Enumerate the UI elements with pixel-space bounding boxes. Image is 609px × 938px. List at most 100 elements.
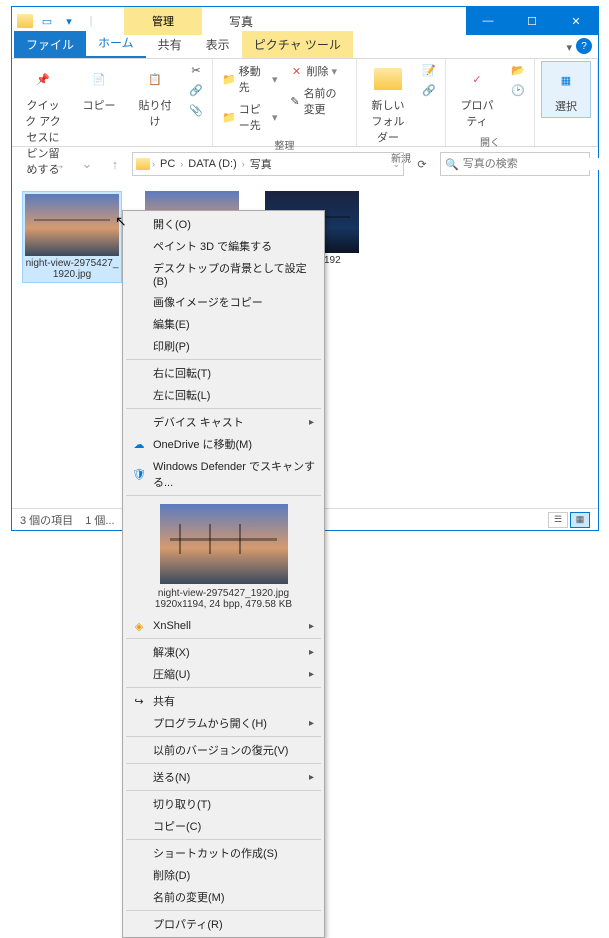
crumb-sep: › bbox=[242, 159, 245, 169]
new-item-button[interactable]: 📝 bbox=[419, 61, 439, 79]
delete-button[interactable]: ✕削除▾ bbox=[287, 61, 351, 81]
close-button[interactable]: ✕ bbox=[554, 7, 598, 35]
app-icon[interactable] bbox=[16, 12, 34, 30]
select-icon: ▦ bbox=[551, 65, 581, 95]
select-label: 選択 bbox=[555, 98, 577, 114]
history-button[interactable]: 🕑 bbox=[508, 81, 528, 99]
cm-rotate-left[interactable]: 左に回転(L) bbox=[125, 384, 322, 406]
cm-onedrive[interactable]: ☁OneDrive に移動(M) bbox=[125, 433, 322, 455]
refresh-button[interactable]: ⟳ bbox=[410, 152, 434, 176]
moveto-button[interactable]: 📁移動先▾ bbox=[219, 61, 281, 97]
help-icon[interactable]: ? bbox=[576, 38, 592, 54]
new-folder-button[interactable]: 新しいフォルダー bbox=[363, 61, 413, 148]
cm-copy[interactable]: コピー(C) bbox=[125, 815, 322, 837]
search-icon: 🔍 bbox=[445, 158, 459, 171]
rename-button[interactable]: ✎名前の変更 bbox=[287, 83, 351, 119]
ribbon-body: 📌 クイック アクセスにピン留めする 📄 コピー 📋 貼り付け ✂ 🔗 📎 ク bbox=[12, 59, 598, 147]
details-view-button[interactable]: ☰ bbox=[548, 512, 568, 528]
qat-icon2[interactable]: ▾ bbox=[60, 12, 78, 30]
cm-set-desktop[interactable]: デスクトップの背景として設定(B) bbox=[125, 257, 322, 291]
item-count: 3 個の項目 bbox=[20, 512, 73, 528]
cm-extract[interactable]: 解凍(X) bbox=[125, 641, 322, 663]
pin-icon: 📌 bbox=[28, 64, 58, 94]
crumb-pc[interactable]: PC bbox=[157, 158, 178, 170]
cm-restore-version[interactable]: 以前のバージョンの復元(V) bbox=[125, 739, 322, 761]
icons-view-button[interactable]: ▦ bbox=[570, 512, 590, 528]
cm-rotate-right[interactable]: 右に回転(T) bbox=[125, 362, 322, 384]
cm-properties[interactable]: プロパティ(R) bbox=[125, 913, 322, 935]
open-dd-button[interactable]: 📂 bbox=[508, 61, 528, 79]
onedrive-icon: ☁ bbox=[130, 435, 148, 453]
xnshell-icon: ◈ bbox=[130, 617, 148, 635]
ribbon-collapse-icon[interactable]: ▾ bbox=[566, 41, 572, 54]
nav-recent[interactable]: ⌄ bbox=[76, 153, 98, 175]
breadcrumb-folder-icon bbox=[136, 158, 150, 170]
cm-shortcut[interactable]: ショートカットの作成(S) bbox=[125, 842, 322, 864]
open-icon: 📂 bbox=[511, 63, 525, 77]
copyto-icon: 📁 bbox=[222, 110, 236, 124]
select-button[interactable]: ▦ 選択 bbox=[541, 61, 591, 118]
copy-label: コピー bbox=[83, 97, 116, 113]
cm-share[interactable]: ↪共有 bbox=[125, 690, 322, 712]
cm-separator bbox=[126, 495, 321, 496]
cm-open[interactable]: 開く(O) bbox=[125, 213, 322, 235]
file-label[interactable]: night-view-2975427_1920.jpg bbox=[25, 256, 119, 280]
tab-share[interactable]: 共有 bbox=[146, 31, 194, 58]
cm-preview: night-view-2975427_1920.jpg 1920x1194, 2… bbox=[125, 498, 322, 616]
breadcrumb[interactable]: › PC › DATA (D:) › 写真 ⌄ bbox=[132, 152, 404, 176]
ribbon-tabs: ファイル ホーム 共有 表示 ピクチャ ツール ▾ ? bbox=[12, 35, 598, 59]
cm-open-with[interactable]: プログラムから開く(H) bbox=[125, 712, 322, 734]
open-group-label: 開く bbox=[452, 132, 528, 151]
cut-button[interactable]: ✂ bbox=[186, 61, 206, 79]
cm-separator bbox=[126, 763, 321, 764]
delete-label: 削除 bbox=[307, 63, 329, 79]
cm-print[interactable]: 印刷(P) bbox=[125, 335, 322, 357]
cm-delete[interactable]: 削除(D) bbox=[125, 864, 322, 886]
cut-icon: ✂ bbox=[189, 63, 203, 77]
paste-button[interactable]: 📋 貼り付け bbox=[130, 61, 180, 132]
delete-icon: ✕ bbox=[290, 64, 304, 78]
cm-device-cast[interactable]: デバイス キャスト bbox=[125, 411, 322, 433]
shield-icon: 🛡 bbox=[130, 465, 148, 483]
qat-icon1[interactable]: ▭ bbox=[38, 12, 56, 30]
nav-forward[interactable]: → bbox=[48, 153, 70, 175]
cm-copy-image[interactable]: 画像イメージをコピー bbox=[125, 291, 322, 313]
copy-button[interactable]: 📄 コピー bbox=[74, 61, 124, 116]
tab-home[interactable]: ホーム bbox=[86, 29, 146, 58]
history-icon: 🕑 bbox=[511, 83, 525, 97]
tab-view[interactable]: 表示 bbox=[194, 31, 242, 58]
cm-cut[interactable]: 切り取り(T) bbox=[125, 793, 322, 815]
cm-compress[interactable]: 圧縮(U) bbox=[125, 663, 322, 685]
crumb-photos[interactable]: 写真 bbox=[247, 156, 275, 172]
properties-button[interactable]: ✓ プロパティ bbox=[452, 61, 502, 132]
cm-defender[interactable]: 🛡Windows Defender でスキャンする... bbox=[125, 455, 322, 493]
file-item[interactable]: night-view-2975427_1920.jpg bbox=[22, 191, 122, 283]
copypath-button[interactable]: 🔗 bbox=[186, 81, 206, 99]
maximize-button[interactable]: ☐ bbox=[510, 7, 554, 35]
cm-edit[interactable]: 編集(E) bbox=[125, 313, 322, 335]
cm-paint3d[interactable]: ペイント 3D で編集する bbox=[125, 235, 322, 257]
preview-filename: night-view-2975427_1920.jpg bbox=[131, 588, 316, 599]
copyto-button[interactable]: 📁コピー先▾ bbox=[219, 99, 281, 135]
newitem-icon: 📝 bbox=[422, 63, 436, 77]
search-box[interactable]: 🔍 bbox=[440, 152, 590, 176]
properties-icon: ✓ bbox=[462, 64, 492, 94]
easy-access-button[interactable]: 🔗 bbox=[419, 81, 439, 99]
file-tab[interactable]: ファイル bbox=[14, 31, 86, 58]
cm-xnshell[interactable]: ◈XnShell bbox=[125, 616, 322, 636]
crumb-dropdown[interactable]: ⌄ bbox=[392, 159, 400, 170]
properties-label: プロパティ bbox=[456, 97, 498, 129]
paste-label: 貼り付け bbox=[134, 97, 176, 129]
crumb-data[interactable]: DATA (D:) bbox=[185, 158, 239, 170]
cm-separator bbox=[126, 687, 321, 688]
minimize-button[interactable]: — bbox=[466, 7, 510, 35]
nav-up[interactable]: ↑ bbox=[104, 153, 126, 175]
nav-back[interactable]: ← bbox=[20, 153, 42, 175]
paste-shortcut-button[interactable]: 📎 bbox=[186, 101, 206, 119]
preview-thumbnail bbox=[160, 504, 288, 584]
tab-picture-tools[interactable]: ピクチャ ツール bbox=[242, 31, 353, 58]
search-input[interactable] bbox=[463, 158, 605, 170]
shortcut-icon: 📎 bbox=[189, 103, 203, 117]
cm-send-to[interactable]: 送る(N) bbox=[125, 766, 322, 788]
cm-rename[interactable]: 名前の変更(M) bbox=[125, 886, 322, 908]
